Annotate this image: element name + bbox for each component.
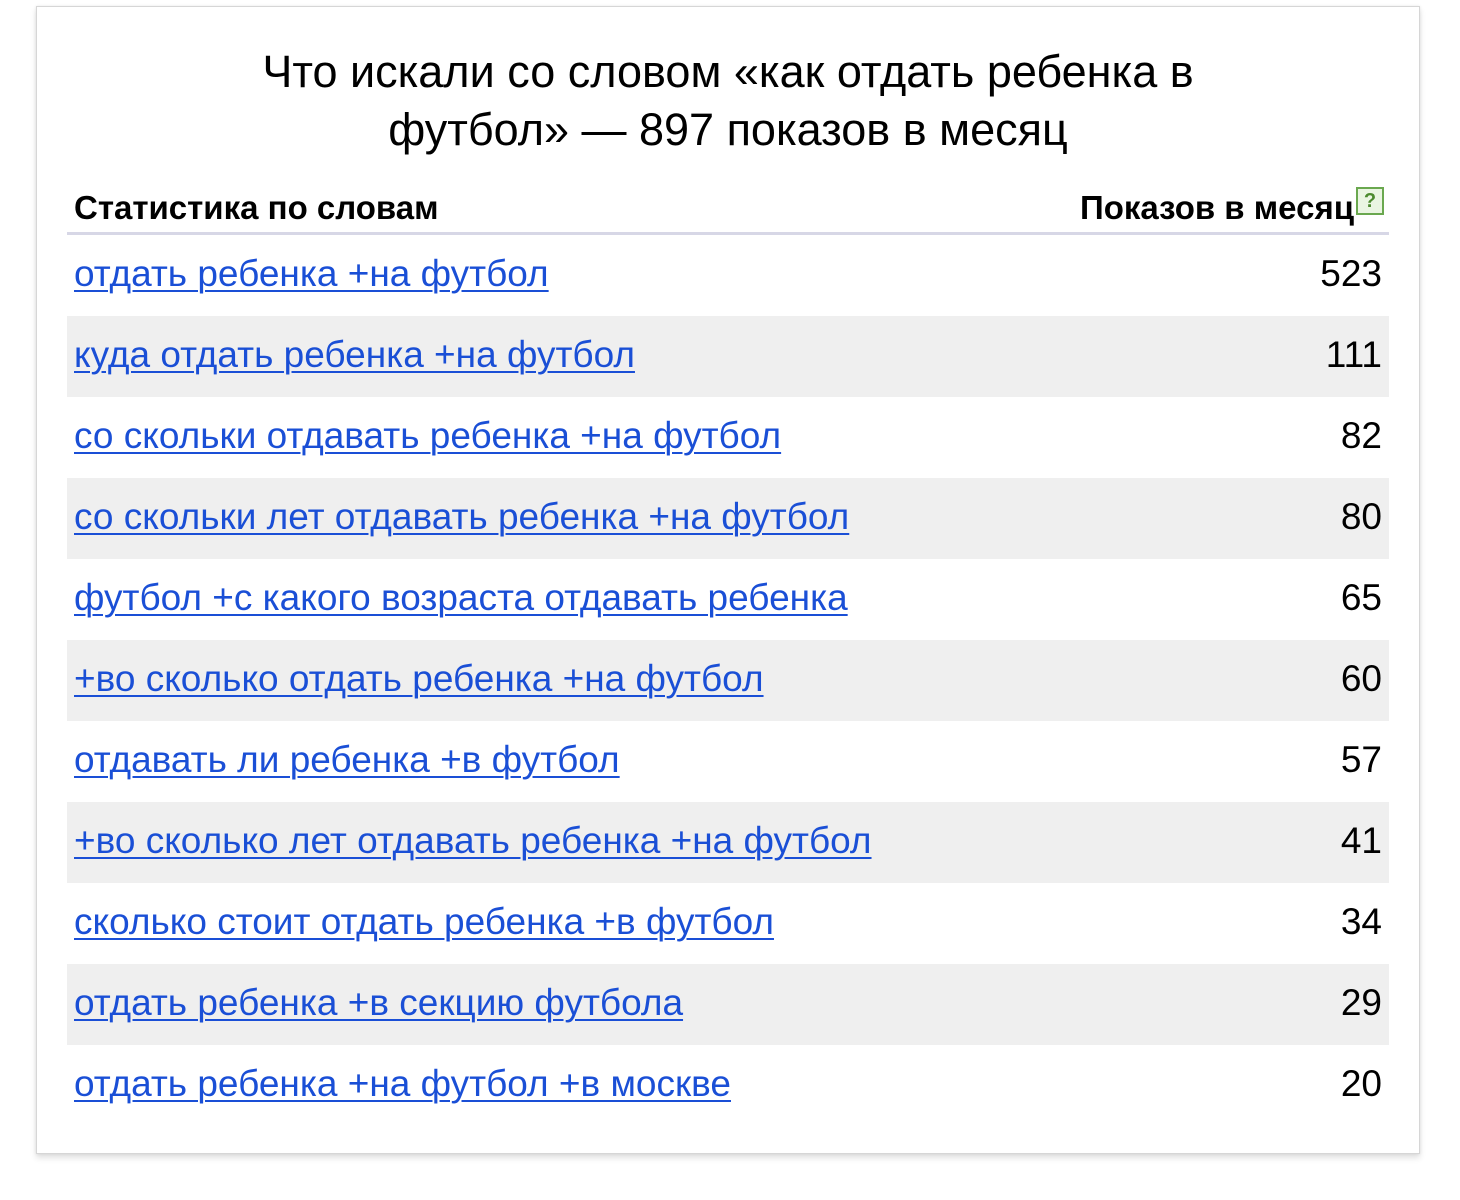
- phrase-link[interactable]: отдавать ли ребенка +в футбол: [74, 739, 620, 781]
- table-row: куда отдать ребенка +на футбол 111: [67, 316, 1389, 397]
- impressions-count: 34: [1340, 901, 1382, 942]
- column-header-impressions: Показов в месяц ?: [1079, 187, 1384, 227]
- phrase-link[interactable]: отдать ребенка +на футбол: [74, 253, 549, 295]
- phrase-link[interactable]: куда отдать ребенка +на футбол: [74, 334, 635, 376]
- impressions-count: 111: [1325, 334, 1382, 375]
- impressions-count: 80: [1340, 496, 1382, 537]
- title-line-1: Что искали со словом «как отдать ребенка…: [262, 46, 1194, 97]
- impressions-count: 57: [1340, 739, 1382, 780]
- page-title: Что искали со словом «как отдать ребенка…: [37, 43, 1419, 159]
- impressions-count: 65: [1340, 577, 1382, 618]
- phrase-link[interactable]: отдать ребенка +в секцию футбола: [74, 982, 683, 1024]
- title-line-2: футбол» — 897 показов в месяц: [388, 104, 1068, 155]
- phrase-link[interactable]: +во сколько лет отдавать ребенка +на фут…: [74, 820, 872, 862]
- table-row: +во сколько лет отдавать ребенка +на фут…: [67, 802, 1389, 883]
- help-icon[interactable]: ?: [1356, 187, 1384, 215]
- impressions-count: 41: [1340, 820, 1382, 861]
- table-row: отдать ребенка +в секцию футбола 29: [67, 964, 1389, 1045]
- phrase-link[interactable]: со скольки лет отдавать ребенка +на футб…: [74, 496, 849, 538]
- table-row: футбол +с какого возраста отдавать ребен…: [67, 559, 1389, 640]
- table-row: отдавать ли ребенка +в футбол 57: [67, 721, 1389, 802]
- table-row: со скольки отдавать ребенка +на футбол 8…: [67, 397, 1389, 478]
- table-row: отдать ребенка +на футбол 523: [67, 235, 1389, 316]
- impressions-count: 60: [1340, 658, 1382, 699]
- table-row: отдать ребенка +на футбол +в москве 20: [67, 1045, 1389, 1126]
- wordstat-panel: Что искали со словом «как отдать ребенка…: [36, 6, 1420, 1154]
- impressions-count: 29: [1340, 982, 1382, 1023]
- phrase-link[interactable]: со скольки отдавать ребенка +на футбол: [74, 415, 781, 457]
- impressions-count: 82: [1340, 415, 1382, 456]
- column-header-words: Статистика по словам: [74, 189, 439, 226]
- table-header: Статистика по словам Показов в месяц ?: [67, 179, 1389, 235]
- table-row: со скольки лет отдавать ребенка +на футб…: [67, 478, 1389, 559]
- phrase-link[interactable]: сколько стоит отдать ребенка +в футбол: [74, 901, 774, 943]
- phrase-link[interactable]: +во сколько отдать ребенка +на футбол: [74, 658, 764, 700]
- table-row: +во сколько отдать ребенка +на футбол 60: [67, 640, 1389, 721]
- phrase-link[interactable]: футбол +с какого возраста отдавать ребен…: [74, 577, 848, 619]
- column-header-impressions-label: Показов в месяц: [1079, 189, 1354, 226]
- impressions-count: 523: [1320, 253, 1382, 294]
- stats-table: Статистика по словам Показов в месяц ? о…: [67, 179, 1389, 1126]
- impressions-count: 20: [1340, 1063, 1382, 1104]
- table-row: сколько стоит отдать ребенка +в футбол 3…: [67, 883, 1389, 964]
- phrase-link[interactable]: отдать ребенка +на футбол +в москве: [74, 1063, 731, 1105]
